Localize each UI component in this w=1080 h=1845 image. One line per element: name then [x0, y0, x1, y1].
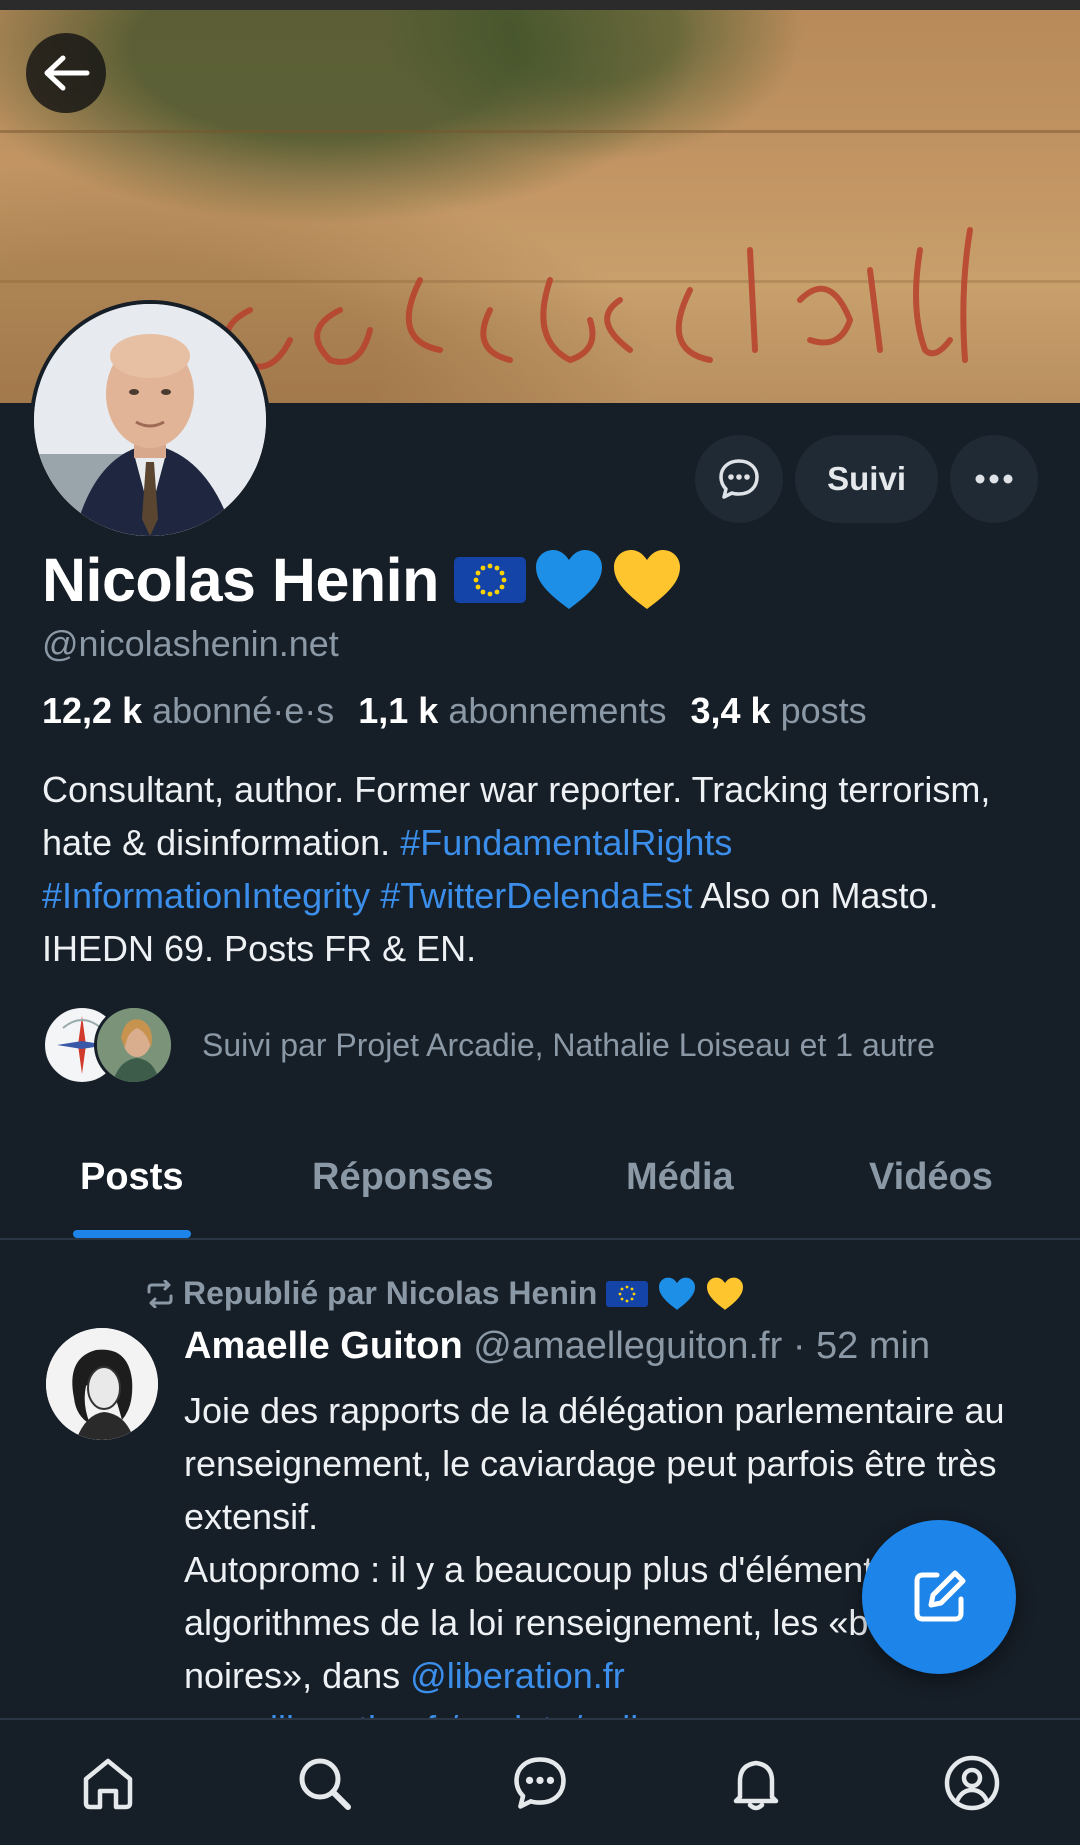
follow-button[interactable]: Suivi [795, 435, 938, 523]
tab-videos[interactable]: Vidéos [869, 1156, 993, 1199]
tab-posts[interactable]: Posts [80, 1156, 183, 1199]
compose-icon [914, 1570, 966, 1622]
tab-replies[interactable]: Réponses [312, 1156, 494, 1199]
author-portrait [46, 1328, 158, 1440]
yellow-heart-icon [613, 550, 680, 609]
back-button[interactable] [26, 33, 106, 113]
post-author-handle[interactable]: @amaelleguiton.fr [473, 1325, 782, 1367]
posts-label: posts [780, 690, 867, 731]
name-emojis [453, 547, 683, 613]
followers-stat[interactable]: 12,2 k abonné·e·s [42, 690, 334, 732]
hashtag-link[interactable]: #InformationIntegrity [42, 875, 370, 916]
repost-indicator[interactable]: Republié par Nicolas Henin [145, 1275, 745, 1312]
display-name: Nicolas Henin [42, 546, 439, 614]
person-avatar [97, 1008, 171, 1082]
post-paragraph: Joie des rapports de la délégation parle… [184, 1390, 1005, 1537]
compose-button[interactable] [862, 1520, 1016, 1674]
bottom-navigation [0, 1718, 1080, 1845]
profile-tabs: Posts Réponses Média Vidéos [0, 1140, 1080, 1240]
active-tab-indicator [73, 1230, 191, 1238]
ellipsis-icon [975, 474, 1013, 484]
post-author-name[interactable]: Amaelle Guiton [184, 1325, 463, 1367]
eu-flag-icon [606, 1280, 649, 1307]
profile-actions: Suivi [695, 435, 1038, 523]
search-icon [299, 1758, 351, 1810]
following-stat[interactable]: 1,1 k abonnements [358, 690, 666, 732]
nav-home[interactable] [63, 1738, 153, 1828]
following-count: 1,1 k [358, 690, 439, 731]
more-options-button[interactable] [950, 435, 1038, 523]
following-label: abonnements [448, 690, 667, 731]
blue-heart-icon [659, 1277, 696, 1310]
post-author-avatar[interactable] [46, 1328, 158, 1440]
tab-media[interactable]: Média [626, 1156, 734, 1199]
repost-label: Republié par Nicolas Henin [183, 1275, 598, 1311]
profile-name: Nicolas Henin [42, 545, 683, 615]
followers-label: abonné·e·s [152, 690, 335, 731]
avatar-photo [34, 304, 266, 536]
eu-flag-icon [453, 557, 526, 603]
message-button[interactable] [695, 435, 784, 523]
profile-avatar[interactable] [30, 300, 270, 540]
chat-bubble-icon [719, 459, 759, 499]
status-strip [0, 0, 1080, 10]
nav-search[interactable] [279, 1738, 369, 1828]
yellow-heart-icon [707, 1277, 744, 1310]
bell-icon [733, 1760, 779, 1810]
profile-icon [944, 1755, 1000, 1810]
posts-stat: 3,4 k posts [690, 690, 866, 732]
mention-link[interactable]: @liberation.fr [410, 1655, 625, 1696]
nav-notifications[interactable] [711, 1738, 801, 1828]
blue-heart-icon [535, 550, 602, 609]
profile-handle: @nicolashenin.net [42, 623, 339, 664]
home-icon [83, 1758, 133, 1809]
posts-count: 3,4 k [690, 690, 771, 731]
post-header: Amaelle Guiton @amaelleguiton.fr · 52 mi… [184, 1325, 930, 1368]
hashtag-link[interactable]: #FundamentalRights [400, 822, 732, 863]
arrow-left-icon [44, 55, 90, 91]
nav-profile[interactable] [927, 1738, 1017, 1828]
hashtag-link[interactable]: #TwitterDelendaEst [380, 875, 692, 916]
profile-bio: Consultant, author. Former war reporter.… [42, 763, 1052, 975]
followed-by[interactable]: Suivi par Projet Arcadie, Nathalie Loise… [42, 1005, 935, 1085]
banner-graffiti [224, 227, 973, 370]
followers-count: 12,2 k [42, 690, 143, 731]
repost-icon [147, 1279, 173, 1308]
profile-stats: 12,2 k abonné·e·s 1,1 k abonnements 3,4 kp… [42, 690, 867, 732]
follower-avatar [94, 1005, 174, 1085]
nav-chat[interactable] [495, 1738, 585, 1828]
post-timestamp: · 52 min [792, 1325, 931, 1367]
followed-by-text: Suivi par Projet Arcadie, Nathalie Loise… [202, 1026, 935, 1063]
chat-icon [514, 1756, 566, 1809]
